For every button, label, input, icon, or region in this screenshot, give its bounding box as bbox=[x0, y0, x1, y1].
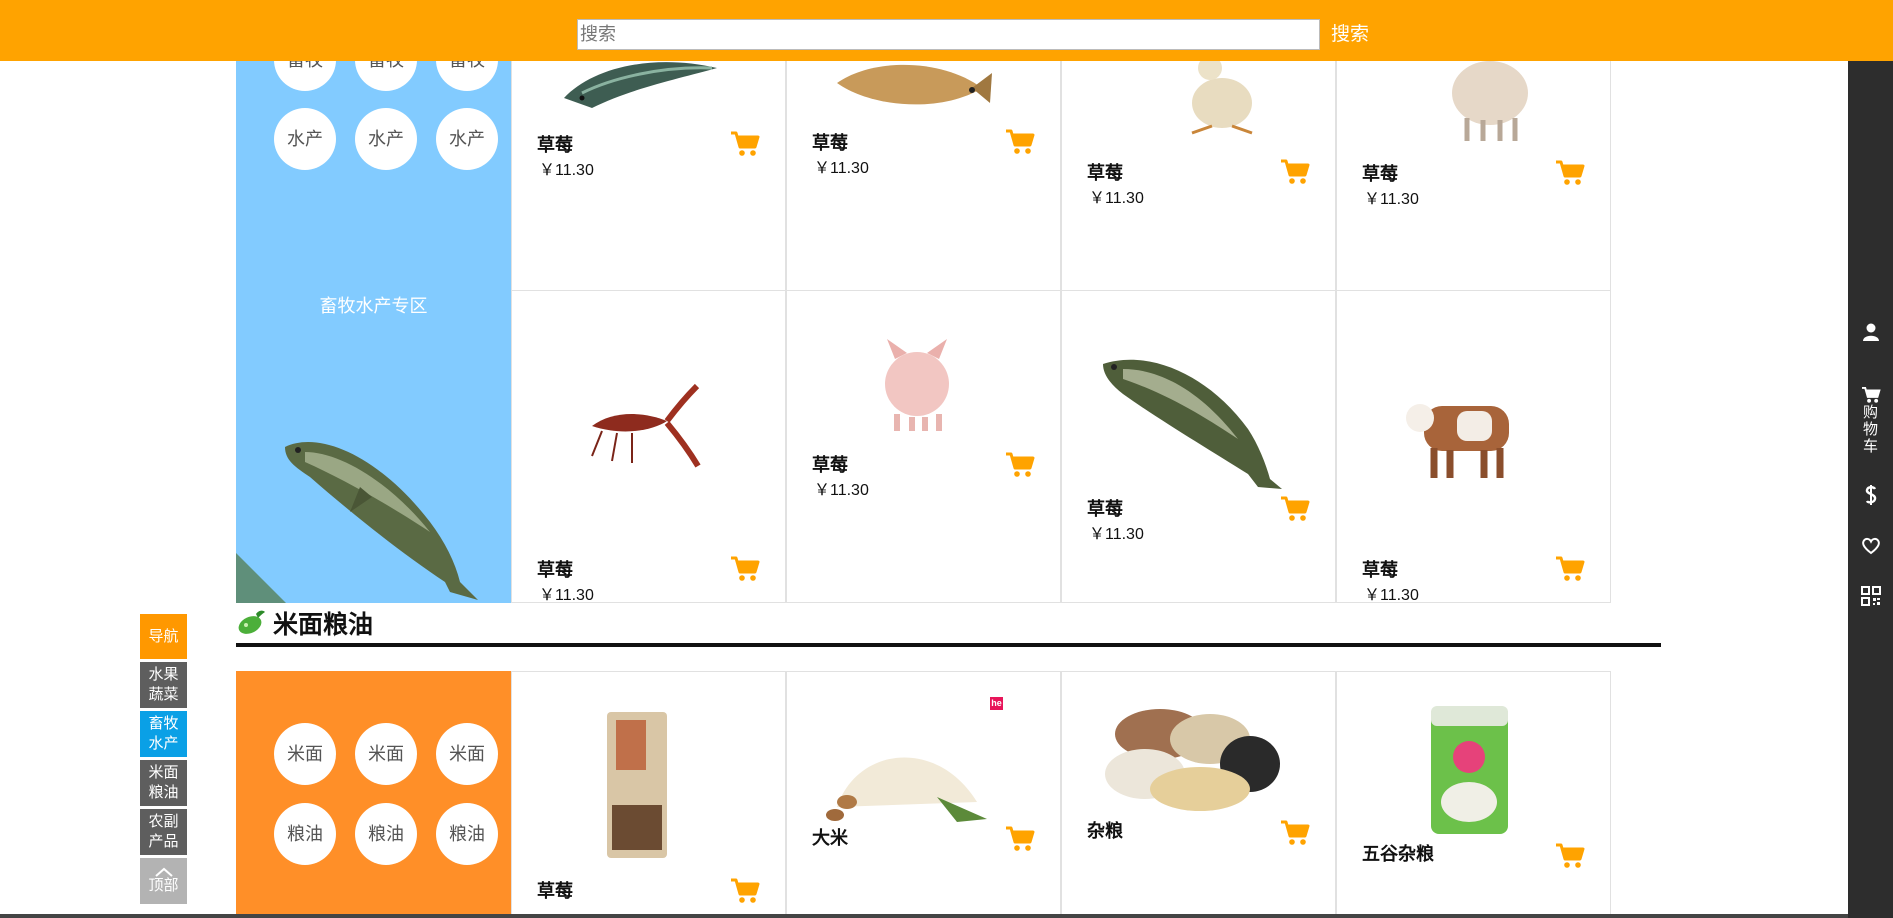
qr-code-icon bbox=[1860, 586, 1881, 606]
product-card-grass-carp[interactable]: 草莓 ￥11.30 bbox=[1061, 290, 1336, 603]
livestock-zone-title: 畜牧水产专区 bbox=[319, 296, 428, 316]
product-price: ￥11.30 bbox=[1089, 190, 1144, 207]
product-name: 草莓 bbox=[1362, 560, 1398, 580]
grain-zone-panel: 米面 米面 米面 粮油 粮油 粮油 bbox=[236, 671, 511, 918]
product-name: 草莓 bbox=[812, 455, 848, 475]
product-card-noodles[interactable]: 草莓 bbox=[511, 671, 786, 918]
horizontal-scrollbar[interactable] bbox=[0, 914, 1848, 918]
cart-icon[interactable] bbox=[1280, 158, 1310, 186]
tag-rice-flour-3[interactable]: 米面 bbox=[436, 723, 498, 785]
product-price: ￥11.30 bbox=[539, 587, 594, 603]
product-name: 五谷杂粮 bbox=[1362, 844, 1434, 864]
product-name: 草莓 bbox=[812, 133, 848, 153]
tag-aquatic-3[interactable]: 水产 bbox=[436, 108, 498, 170]
product-name: 草莓 bbox=[537, 881, 573, 901]
crayfish-image bbox=[591, 383, 701, 468]
product-name: 草莓 bbox=[537, 560, 573, 580]
cart-icon[interactable] bbox=[730, 130, 760, 158]
cart-icon[interactable] bbox=[730, 555, 760, 583]
floor-navigation: 导航 水果蔬菜 畜牧水产 米面粮油 农副产品 顶部 bbox=[140, 614, 187, 907]
qr-code-button[interactable] bbox=[1848, 586, 1893, 606]
dollar-icon bbox=[1865, 485, 1876, 505]
rice-bag-image bbox=[1431, 706, 1508, 834]
product-price: ￥11.30 bbox=[814, 160, 869, 177]
page: 搜索 畜牧 畜牧 畜牧 水产 水产 水产 畜牧水产专区 草莓 ￥11.30 bbox=[0, 0, 1893, 918]
cart-icon[interactable] bbox=[1555, 159, 1585, 187]
corner-fold-decoration bbox=[236, 553, 286, 603]
cart-icon[interactable] bbox=[1555, 555, 1585, 583]
cart-icon[interactable] bbox=[1280, 495, 1310, 523]
sheep-image bbox=[1452, 61, 1528, 141]
cart-sidebar-button[interactable]: 购物车 bbox=[1848, 386, 1893, 455]
product-card-crayfish[interactable]: 草莓 ￥11.30 bbox=[511, 290, 786, 603]
right-toolbar: 购物车 bbox=[1848, 0, 1893, 918]
nav-header: 导航 bbox=[140, 614, 187, 659]
tag-aquatic-2[interactable]: 水产 bbox=[355, 108, 417, 170]
tag-aquatic-1[interactable]: 水产 bbox=[274, 108, 336, 170]
product-name: 大米 bbox=[812, 828, 848, 848]
cart-icon[interactable] bbox=[1555, 842, 1585, 870]
tag-grain-oil-2[interactable]: 粮油 bbox=[355, 803, 417, 865]
back-to-top-label: 顶部 bbox=[148, 877, 179, 894]
product-card-piglet[interactable]: 草莓 ￥11.30 bbox=[786, 290, 1061, 603]
cart-icon[interactable] bbox=[1005, 451, 1035, 479]
nav-item-agricultural-products[interactable]: 农副产品 bbox=[140, 809, 187, 855]
product-name: 草莓 bbox=[1362, 164, 1398, 184]
product-card-mixed-grains[interactable]: 杂粮 bbox=[1061, 671, 1336, 918]
product-card-rice[interactable]: he 大米 bbox=[786, 671, 1061, 918]
tag-grain-oil-1[interactable]: 粮油 bbox=[274, 803, 336, 865]
product-price: ￥11.30 bbox=[814, 482, 869, 499]
tag-grain-oil-3[interactable]: 粮油 bbox=[436, 803, 498, 865]
grass-carp-image bbox=[285, 442, 478, 600]
cart-icon[interactable] bbox=[1280, 819, 1310, 847]
duck-image bbox=[1191, 56, 1253, 135]
heart-icon bbox=[1861, 537, 1880, 555]
product-price: ￥11.30 bbox=[539, 162, 594, 179]
cart-icon[interactable] bbox=[1005, 128, 1035, 156]
nav-item-grain-oil[interactable]: 米面粮油 bbox=[140, 760, 187, 806]
section-title: 米面粮油 bbox=[273, 611, 374, 639]
search-input[interactable] bbox=[577, 19, 1320, 50]
product-price: ￥11.30 bbox=[1364, 587, 1419, 603]
finance-button[interactable] bbox=[1848, 484, 1893, 506]
product-card-cow[interactable]: 草莓 ￥11.30 bbox=[1336, 290, 1611, 603]
tag-rice-flour-2[interactable]: 米面 bbox=[355, 723, 417, 785]
user-icon bbox=[1862, 323, 1879, 341]
favorites-button[interactable] bbox=[1848, 537, 1893, 555]
product-price: ￥11.30 bbox=[1364, 191, 1419, 208]
product-name: 草莓 bbox=[1087, 499, 1123, 519]
back-to-top-button[interactable]: 顶部 bbox=[140, 858, 187, 904]
cow-image bbox=[1406, 404, 1509, 478]
product-name: 杂粮 bbox=[1087, 821, 1123, 841]
noodles-package-image bbox=[607, 712, 667, 858]
mixed-grains-image bbox=[1105, 709, 1280, 811]
grass-carp-image bbox=[1103, 359, 1282, 489]
product-price: ￥11.30 bbox=[1089, 526, 1144, 543]
section-divider bbox=[236, 643, 1661, 647]
livestock-zone-panel: 畜牧 畜牧 畜牧 水产 水产 水产 畜牧水产专区 bbox=[236, 0, 511, 603]
cart-label: 购物车 bbox=[1862, 404, 1878, 455]
cart-icon bbox=[1861, 386, 1881, 403]
grain-section-header: 米面粮油 bbox=[236, 603, 1661, 648]
product-name: 草莓 bbox=[1087, 163, 1123, 183]
search-button[interactable]: 搜索 bbox=[1331, 19, 1369, 50]
cart-icon[interactable] bbox=[1005, 825, 1035, 853]
product-badge: he bbox=[990, 697, 1003, 710]
vegetable-icon bbox=[238, 610, 265, 634]
top-search-bar: 搜索 bbox=[0, 0, 1893, 61]
product-card-five-grains[interactable]: 五谷杂粮 bbox=[1336, 671, 1611, 918]
product-name: 草莓 bbox=[537, 135, 573, 155]
cart-icon[interactable] bbox=[730, 877, 760, 905]
chevron-up-icon bbox=[154, 867, 173, 877]
user-button[interactable] bbox=[1848, 322, 1893, 342]
rice-image bbox=[826, 757, 987, 822]
piglet-image bbox=[885, 339, 949, 431]
tag-rice-flour-1[interactable]: 米面 bbox=[274, 723, 336, 785]
nav-item-fruits-vegetables[interactable]: 水果蔬菜 bbox=[140, 662, 187, 708]
nav-item-livestock-aquatic[interactable]: 畜牧水产 bbox=[140, 711, 187, 757]
